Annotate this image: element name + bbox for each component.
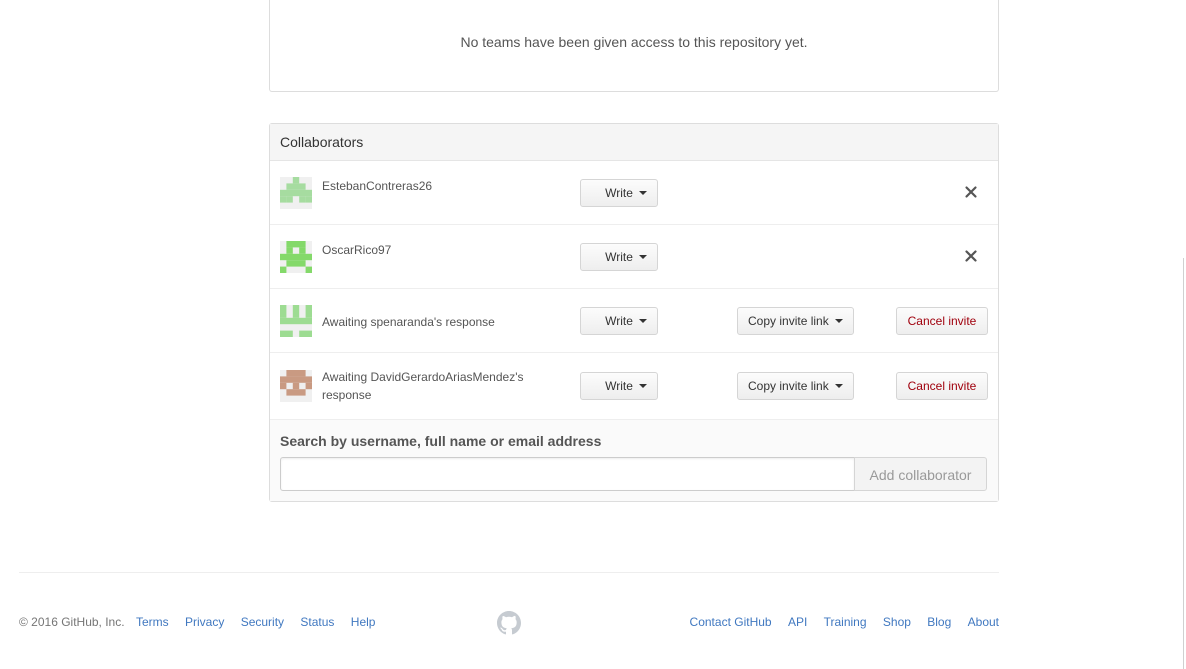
permission-label: Write — [605, 186, 633, 200]
collaborator-row: OscarRico97 Write — [270, 225, 998, 289]
caret-down-icon — [835, 318, 844, 323]
footer-link-training[interactable]: Training — [824, 615, 867, 629]
close-icon[interactable] — [963, 184, 979, 200]
footer-link-terms[interactable]: Terms — [136, 615, 169, 629]
pending-invite-row: Awaiting spenaranda's response Write Cop… — [270, 289, 998, 353]
avatar — [280, 370, 312, 402]
pending-invite-text: Awaiting DavidGerardoAriasMendez's respo… — [322, 370, 524, 402]
collaborator-row: EstebanContreras26 Write — [270, 161, 998, 225]
pending-invite-row: Awaiting DavidGerardoAriasMendez's respo… — [270, 353, 998, 420]
permission-dropdown[interactable]: Write — [580, 307, 658, 335]
avatar — [280, 241, 312, 273]
footer-divider — [19, 572, 999, 573]
permission-label: Write — [605, 379, 633, 393]
github-mark-icon[interactable] — [497, 611, 521, 635]
page-scrollbar[interactable] — [1183, 258, 1184, 669]
cancel-invite-button[interactable]: Cancel invite — [896, 372, 988, 400]
caret-down-icon — [835, 383, 844, 388]
copy-invite-link-button[interactable]: Copy invite link — [737, 372, 854, 400]
collaborator-search-input[interactable] — [280, 457, 855, 491]
permission-label: Write — [605, 314, 633, 328]
footer-link-blog[interactable]: Blog — [927, 615, 951, 629]
teams-panel: No teams have been given access to this … — [269, 0, 999, 92]
pending-invite-text: Awaiting spenaranda's response — [322, 315, 495, 329]
footer-links-right: Contact GitHub API Training Shop Blog Ab… — [690, 615, 999, 629]
footer-link-shop[interactable]: Shop — [883, 615, 911, 629]
cancel-invite-button[interactable]: Cancel invite — [896, 307, 988, 335]
copy-invite-link-label: Copy invite link — [748, 379, 829, 393]
copy-invite-link-label: Copy invite link — [748, 314, 829, 328]
teams-empty-message: No teams have been given access to this … — [460, 34, 808, 50]
caret-down-icon — [639, 384, 647, 388]
footer-link-status[interactable]: Status — [300, 615, 334, 629]
footer-link-api[interactable]: API — [788, 615, 807, 629]
footer-link-help[interactable]: Help — [351, 615, 376, 629]
footer-links-left: Terms Privacy Security Status Help — [136, 615, 375, 629]
collaborators-panel: Collaborators EstebanContreras26 Write O… — [269, 123, 999, 502]
permission-label: Write — [605, 250, 633, 264]
add-collaborator-form: Search by username, full name or email a… — [270, 420, 998, 501]
close-icon[interactable] — [963, 248, 979, 264]
caret-down-icon — [639, 191, 647, 195]
footer-link-about[interactable]: About — [968, 615, 999, 629]
collaborator-username[interactable]: EstebanContreras26 — [322, 177, 542, 195]
add-collaborator-button[interactable]: Add collaborator — [854, 457, 987, 491]
copyright: © 2016 GitHub, Inc. — [19, 615, 125, 629]
permission-dropdown[interactable]: Write — [580, 372, 658, 400]
collaborator-username[interactable]: OscarRico97 — [322, 241, 542, 259]
footer-link-privacy[interactable]: Privacy — [185, 615, 224, 629]
footer-link-security[interactable]: Security — [241, 615, 284, 629]
avatar — [280, 305, 312, 337]
permission-dropdown[interactable]: Write — [580, 179, 658, 207]
collaborators-title: Collaborators — [270, 124, 998, 161]
footer-link-contact[interactable]: Contact GitHub — [690, 615, 772, 629]
avatar — [280, 177, 312, 209]
permission-dropdown[interactable]: Write — [580, 243, 658, 271]
caret-down-icon — [639, 319, 647, 323]
copy-invite-link-button[interactable]: Copy invite link — [737, 307, 854, 335]
search-label: Search by username, full name or email a… — [280, 433, 602, 449]
caret-down-icon — [639, 255, 647, 259]
